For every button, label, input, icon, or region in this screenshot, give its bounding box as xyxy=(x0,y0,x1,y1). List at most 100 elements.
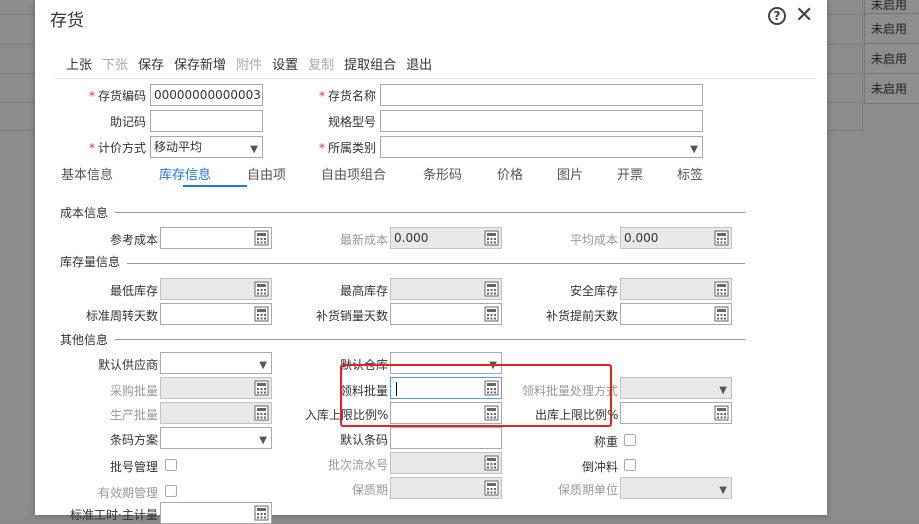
help-icon[interactable]: ? xyxy=(768,7,786,25)
calculator-icon xyxy=(254,380,269,396)
shelf-life-label: 保质期 xyxy=(352,483,389,497)
toolbar: 上张 下张 保存 保存新增 附件 设置 复制 提取组合 退出 xyxy=(66,54,442,73)
calculator-icon xyxy=(484,306,499,322)
ref-cost-input[interactable] xyxy=(160,227,272,249)
calculator-icon xyxy=(714,230,729,246)
safe-stock-input xyxy=(620,278,732,300)
next-record-button[interactable]: 下张 xyxy=(102,54,128,73)
bg-col-line xyxy=(862,0,863,130)
batch-mgmt-label: 批号管理 xyxy=(110,460,159,474)
replenish-sales-days-label: 补货销量天数 xyxy=(316,309,389,323)
tab-basic-info[interactable]: 基本信息 xyxy=(61,164,113,183)
replenish-lead-days-input[interactable] xyxy=(620,303,732,325)
purchase-batch-label: 采购批量 xyxy=(110,384,159,398)
mnemonic-label: 助记码 xyxy=(110,115,147,129)
pricing-label: * 计价方式 xyxy=(89,141,147,155)
chevron-down-icon: ▼ xyxy=(719,385,727,396)
replenish-sales-days-input[interactable] xyxy=(390,303,502,325)
tab-barcode[interactable]: 条形码 xyxy=(423,164,462,183)
batch-mgmt-checkbox[interactable] xyxy=(165,459,177,471)
section-cost: 成本信息 xyxy=(60,206,109,220)
shelf-life-unit-label: 保质期单位 xyxy=(558,483,619,497)
calculator-icon xyxy=(254,306,269,322)
avg-cost-input: 0.000 xyxy=(620,227,732,249)
calculator-icon xyxy=(254,281,269,297)
turnover-days-input[interactable] xyxy=(160,303,272,325)
tab-invoicing[interactable]: 开票 xyxy=(617,164,643,183)
tab-images[interactable]: 图片 xyxy=(557,164,583,183)
shelf-life-unit-select: ▼ xyxy=(620,477,732,499)
chevron-down-icon: ▼ xyxy=(719,485,727,496)
status-cell: 未启用 xyxy=(864,14,919,44)
batch-serial-input xyxy=(390,452,502,474)
tab-labels[interactable]: 标签 xyxy=(677,164,703,183)
status-cell: 未启用 xyxy=(864,44,919,74)
close-icon[interactable]: ✕ xyxy=(795,3,813,28)
tab-bar: 基本信息 库存信息 自由项 自由项组合 条形码 价格 图片 开票 标签 xyxy=(61,164,821,188)
expiry-mgmt-checkbox[interactable] xyxy=(165,485,177,497)
category-label: * 所属类别 xyxy=(319,141,377,155)
batch-serial-label: 批次流水号 xyxy=(328,458,389,472)
spec-label: 规格型号 xyxy=(328,115,377,129)
chevron-down-icon: ▼ xyxy=(259,360,267,371)
max-stock-input xyxy=(390,278,502,300)
inventory-dialog: 存货 ? ✕ 上张 下张 保存 保存新增 附件 设置 复制 提取组合 退出 * 存… xyxy=(35,0,827,524)
section-stock: 库存量信息 xyxy=(60,255,121,269)
barcode-scheme-select[interactable]: ▼ xyxy=(160,427,272,449)
status-column: 未启用 未启用 未启用 未启用 xyxy=(864,0,919,104)
default-supplier-label: 默认供应商 xyxy=(98,358,159,372)
category-select[interactable]: ▼ xyxy=(380,136,703,158)
code-input[interactable]: 00000000000003 xyxy=(150,84,263,106)
exit-button[interactable]: 退出 xyxy=(406,54,432,73)
mnemonic-input[interactable] xyxy=(150,110,263,132)
attachment-button[interactable]: 附件 xyxy=(236,54,262,73)
chevron-down-icon: ▼ xyxy=(259,435,267,446)
code-label: * 存货编码 xyxy=(89,89,147,103)
section-divider xyxy=(115,339,745,340)
copy-button[interactable]: 复制 xyxy=(308,54,334,73)
replenish-lead-days-label: 补货提前天数 xyxy=(546,309,619,323)
section-divider xyxy=(127,263,745,264)
prev-record-button[interactable]: 上张 xyxy=(66,54,92,73)
calculator-icon xyxy=(484,480,499,496)
tab-price[interactable]: 价格 xyxy=(497,164,523,183)
calculator-icon xyxy=(484,230,499,246)
chevron-down-icon: ▼ xyxy=(690,144,698,155)
calculator-icon xyxy=(484,455,499,471)
dialog-title: 存货 xyxy=(50,11,84,31)
production-batch-label: 生产批量 xyxy=(110,408,159,422)
save-new-button[interactable]: 保存新增 xyxy=(174,54,226,73)
status-cell: 未启用 xyxy=(864,74,919,104)
tab-inventory-info[interactable]: 库存信息 xyxy=(159,164,211,183)
calculator-icon xyxy=(714,405,729,421)
out-upper-ratio-input[interactable] xyxy=(620,402,732,424)
backflush-checkbox[interactable] xyxy=(624,459,636,471)
active-tab-indicator xyxy=(183,185,247,187)
weigh-checkbox[interactable] xyxy=(624,434,636,446)
highlight-box xyxy=(340,364,612,427)
std-hours-input[interactable] xyxy=(160,502,272,524)
name-input[interactable] xyxy=(380,84,703,106)
turnover-days-label: 标准周转天数 xyxy=(86,309,159,323)
pricing-select[interactable]: 移动平均 ▼ xyxy=(150,136,263,158)
toolbar-divider xyxy=(55,78,815,79)
chevron-down-icon: ▼ xyxy=(250,144,258,155)
extract-combo-button[interactable]: 提取组合 xyxy=(344,54,396,73)
tab-free-item-combo[interactable]: 自由项组合 xyxy=(321,164,386,183)
calculator-icon xyxy=(484,281,499,297)
spec-input[interactable] xyxy=(380,110,703,132)
min-stock-input xyxy=(160,278,272,300)
min-stock-label: 最低库存 xyxy=(110,284,159,298)
tab-free-items[interactable]: 自由项 xyxy=(247,164,286,183)
safe-stock-label: 安全库存 xyxy=(570,284,619,298)
default-barcode-input[interactable] xyxy=(390,427,502,449)
calculator-icon xyxy=(254,230,269,246)
section-other: 其他信息 xyxy=(60,333,109,347)
default-supplier-select[interactable]: ▼ xyxy=(160,352,272,374)
avg-cost-label: 平均成本 xyxy=(570,233,619,247)
expiry-mgmt-label: 有效期管理 xyxy=(98,486,159,500)
latest-cost-input: 0.000 xyxy=(390,227,502,249)
max-stock-label: 最高库存 xyxy=(340,284,389,298)
settings-button[interactable]: 设置 xyxy=(272,54,298,73)
save-button[interactable]: 保存 xyxy=(138,54,164,73)
